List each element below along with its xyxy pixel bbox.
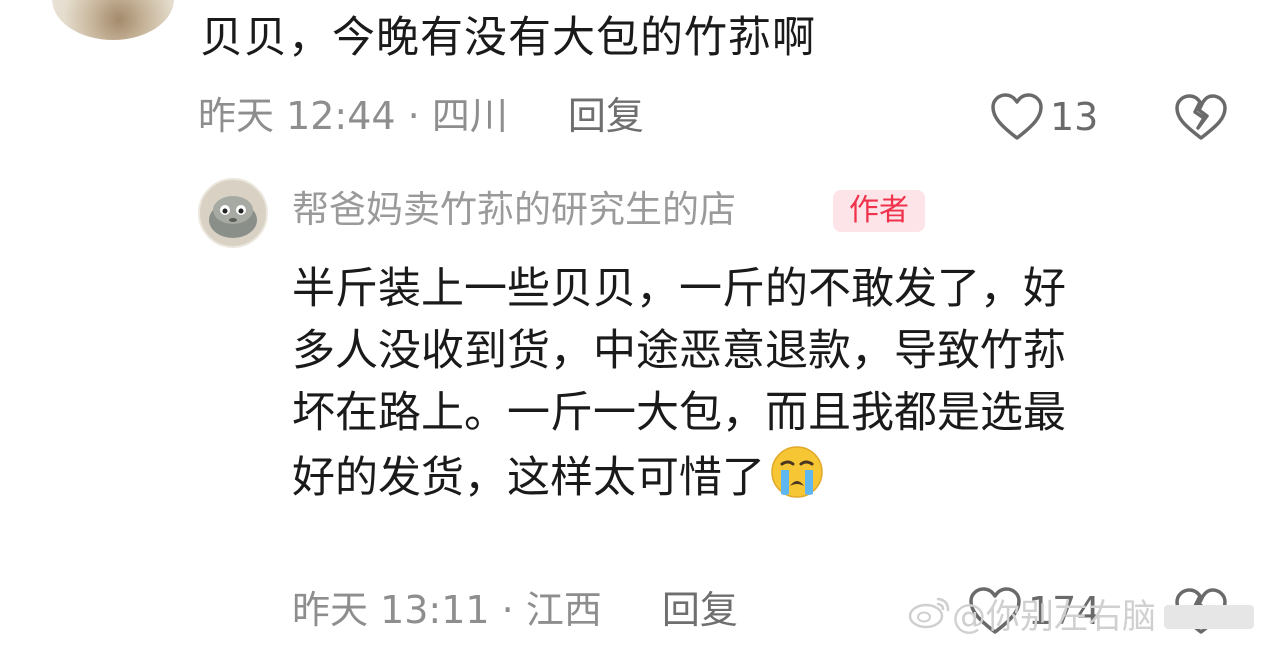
watermark-text: @你别左右脑 [952, 596, 1156, 637]
watermark: @你别左右脑 [908, 594, 1254, 639]
reply-text: 半斤装上一些贝贝，一斤的不敢发了，好 多人没收到货，中途恶意退款，导致竹荪 坏在… [292, 258, 1192, 517]
comment-text: 贝贝，今晚有没有大包的竹荪啊 [200, 13, 816, 63]
comment-thread: 贝贝，今晚有没有大包的竹荪啊 昨天 12:44 · 四川 回复 13 帮爸妈卖竹… [0, 0, 1284, 650]
crying-face-emoji [769, 444, 825, 517]
comment-reply-button[interactable]: 回复 [568, 94, 644, 138]
author-badge: 作者 [833, 190, 925, 232]
reply-line-last: 好的发货，这样太可惜了 [292, 444, 1192, 517]
heart-outline-icon [990, 92, 1044, 142]
author-avatar[interactable] [198, 178, 268, 248]
comment-dislike-button[interactable] [1174, 94, 1228, 142]
reply-line: 半斤装上一些贝贝，一斤的不敢发了，好 [292, 264, 1066, 314]
comment-like-count: 13 [1050, 95, 1099, 139]
weibo-logo-icon [908, 594, 952, 639]
comment-like-button[interactable]: 13 [990, 92, 1098, 142]
broken-heart-icon [1174, 94, 1228, 142]
reply-time-location: 昨天 13:11 · 江西 [292, 588, 602, 632]
author-name[interactable]: 帮爸妈卖竹荪的研究生的店 [292, 185, 736, 235]
reply-line: 坏在路上。一斤一大包，而且我都是选最 [292, 388, 1066, 438]
reply-line: 多人没收到货，中途恶意退款，导致竹荪 [292, 326, 1066, 376]
reply-line: 好的发货，这样太可惜了 [292, 453, 765, 503]
comment-meta: 昨天 12:44 · 四川 回复 [198, 94, 644, 138]
commenter-avatar[interactable] [52, 0, 174, 40]
reply-meta: 昨天 13:11 · 江西 回复 [292, 588, 738, 632]
reply-reply-button[interactable]: 回复 [662, 588, 738, 632]
watermark-mask [1164, 604, 1254, 629]
comment-time-location: 昨天 12:44 · 四川 [198, 94, 508, 138]
